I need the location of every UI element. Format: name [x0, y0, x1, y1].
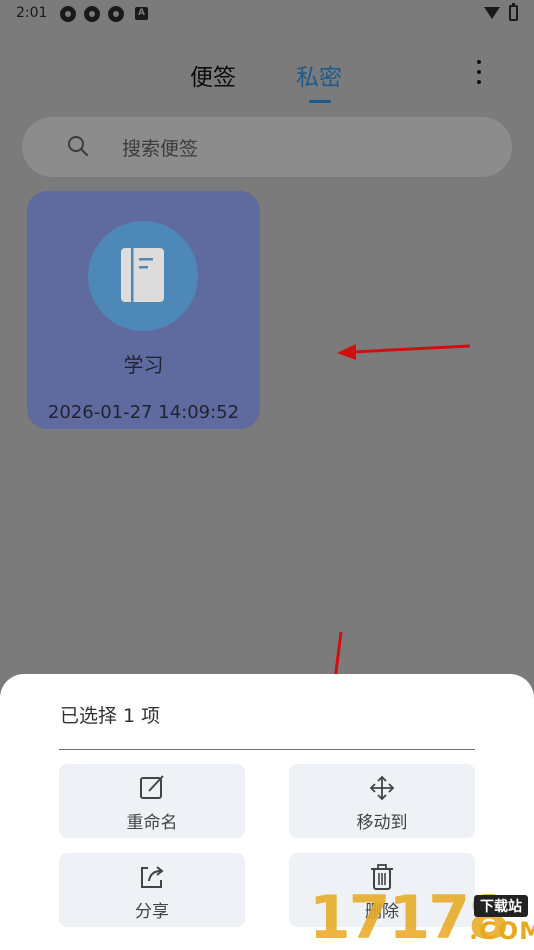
divider [59, 749, 475, 750]
site-watermark: 17178 下载站 .COM [309, 883, 534, 950]
notebook-icon [121, 248, 164, 302]
share-icon [141, 866, 164, 888]
tab-notes[interactable]: 便签 [190, 58, 236, 92]
selection-count-title: 已选择 1 项 [60, 705, 161, 727]
arrow-line [351, 344, 471, 354]
status-time: 2:01 [16, 5, 48, 21]
edit-icon [140, 775, 164, 799]
watermark-domain: .COM [469, 917, 534, 945]
search-bar[interactable]: 搜索便签 [22, 117, 512, 177]
search-placeholder: 搜索便签 [122, 138, 199, 160]
app-notification-icon [84, 6, 100, 22]
note-card[interactable]: 学习 2026-01-27 14:09:52 [27, 191, 260, 429]
share-label: 分享 [135, 902, 169, 922]
wifi-icon [484, 7, 500, 19]
note-icon-circle [88, 221, 198, 331]
status-bar: 2:01 A [0, 0, 534, 30]
dot-icon [477, 70, 481, 74]
dot-icon [477, 80, 481, 84]
watermark-badge: 下载站 [474, 895, 528, 917]
letter-badge-icon: A [135, 7, 148, 20]
arrow-head [337, 344, 356, 360]
share-button[interactable]: 分享 [59, 853, 245, 927]
tab-indicator [309, 100, 331, 103]
search-icon [68, 136, 88, 156]
move-to-label: 移动到 [356, 813, 408, 833]
rename-button[interactable]: 重命名 [59, 764, 245, 838]
battery-icon [509, 3, 518, 21]
tab-private[interactable]: 私密 [296, 58, 342, 92]
app-notification-icon [108, 6, 124, 22]
app-notification-icon [60, 6, 76, 22]
screen: 2:01 A 便签 私密 搜索便签 学习 2026-01-27 14:09:52… [0, 0, 534, 950]
rename-label: 重命名 [126, 813, 178, 833]
dot-icon [477, 60, 481, 64]
move-to-button[interactable]: 移动到 [289, 764, 475, 838]
more-options-button[interactable] [472, 60, 486, 88]
note-title: 学习 [123, 353, 164, 377]
note-date: 2026-01-27 14:09:52 [47, 402, 240, 423]
move-icon [369, 775, 395, 801]
